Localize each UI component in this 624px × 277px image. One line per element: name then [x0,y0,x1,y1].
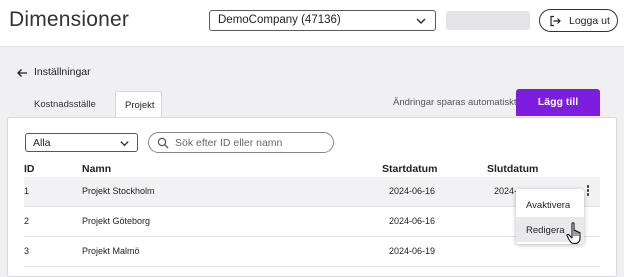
menu-item-label: Redigera [526,225,565,236]
page-title: Dimensioner [9,8,130,31]
cell-start-date: 2024-06-16 [389,186,436,196]
tab-label: Projekt [125,100,155,111]
logout-button[interactable]: Logga ut [539,9,618,32]
column-header-start: Startdatum [382,163,438,175]
cell-id: 2 [24,216,30,226]
table-row[interactable]: 2 Projekt Göteborg 2024-06-16 [24,207,600,237]
tab-projekt[interactable]: Projekt [115,91,162,118]
cell-start-date: 2024-06-16 [389,216,436,226]
column-header-name: Namn [82,163,112,175]
column-header-id: ID [24,163,35,175]
kebab-menu-icon[interactable] [585,185,591,199]
cell-name: Projekt Stockholm [82,186,155,196]
arrow-left-icon [17,69,27,77]
menu-item-avaktivera[interactable]: Avaktivera [516,192,584,217]
hand-cursor-icon [566,222,581,245]
search-input[interactable] [175,135,325,150]
search-icon [157,137,169,149]
chevron-down-icon [120,141,129,147]
autosave-notice: Ändringar sparas automatiskt [393,97,517,108]
chevron-down-icon [416,18,426,25]
company-select[interactable]: DemoCompany (47136) [209,10,436,31]
cell-start-date: 2024-06-19 [389,246,436,256]
cell-id: 3 [24,246,30,256]
top-bar: Dimensioner DemoCompany (47136) Logga ut [0,0,624,47]
user-placeholder [446,11,530,30]
cell-id: 1 [24,186,30,196]
cell-name: Projekt Malmö [82,246,140,256]
cell-name: Projekt Göteborg [82,216,151,226]
menu-item-label: Avaktivera [526,200,571,211]
add-button[interactable]: Lägg till [516,89,600,116]
cell-end-date: 2024- [494,186,518,196]
search-box [148,132,334,153]
logout-label: Logga ut [569,15,610,27]
column-header-end: Slutdatum [487,163,539,175]
tab-kostnadsstalle[interactable]: Kostnadsställe [24,91,114,117]
status-filter-value: Alla [33,137,51,149]
back-link-label: Inställningar [34,66,91,78]
table-row[interactable]: 1 Projekt Stockholm 2024-06-16 2024- [24,177,600,207]
status-filter-select[interactable]: Alla [25,133,138,152]
tab-label: Kostnadsställe [34,99,96,110]
logout-icon [550,15,561,27]
table-row[interactable]: 3 Projekt Malmö 2024-06-19 [24,237,600,267]
company-select-value: DemoCompany (47136) [218,14,341,26]
